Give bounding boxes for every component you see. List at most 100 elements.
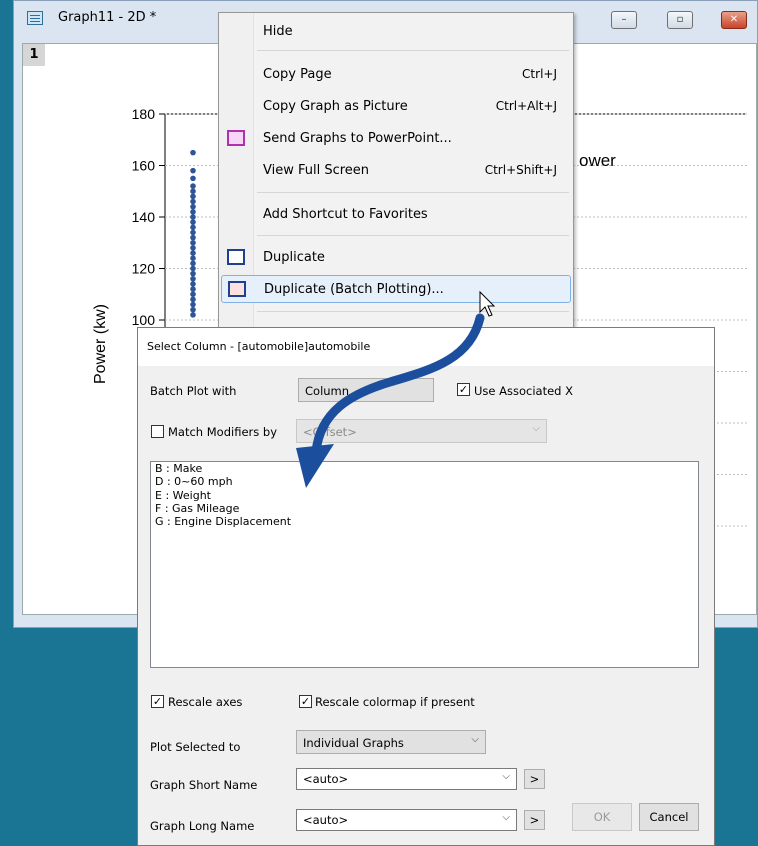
long-name-more-button[interactable]: > xyxy=(524,810,545,830)
data-point xyxy=(190,260,196,267)
rescale-colormap-label: Rescale colormap if present xyxy=(315,695,475,709)
context-menu: Hide Copy Page Ctrl+J Copy Graph as Pict… xyxy=(218,12,574,352)
short-name-value: <auto> xyxy=(303,772,349,786)
batch-plot-icon xyxy=(228,281,246,297)
chevron-down-icon: ⌵ xyxy=(502,812,510,823)
data-point xyxy=(190,224,196,231)
short-name-more-button[interactable]: > xyxy=(524,769,545,789)
data-point xyxy=(190,214,196,220)
rescale-colormap-checkbox[interactable]: ✓ xyxy=(299,695,312,708)
cancel-button[interactable]: Cancel xyxy=(639,803,699,831)
menu-item-duplicate[interactable]: Duplicate xyxy=(221,244,571,272)
long-name-label: Graph Long Name xyxy=(150,819,255,833)
menu-item-send-to-powerpoint[interactable]: Send Graphs to PowerPoint... xyxy=(221,125,571,153)
dialog-title-bar[interactable]: Select Column - [automobile]automobile xyxy=(138,328,714,366)
y-tick-label: 120 xyxy=(132,261,156,277)
data-point xyxy=(190,265,196,272)
data-point xyxy=(190,255,196,261)
data-point xyxy=(190,198,196,205)
maximize-button[interactable]: ▫ xyxy=(667,11,693,29)
menu-item-label: View Full Screen xyxy=(263,163,370,178)
column-list-item[interactable]: G : Engine Displacement xyxy=(151,515,698,528)
data-point xyxy=(190,167,196,174)
y-tick-label: 140 xyxy=(132,209,156,225)
short-name-combo[interactable]: <auto> ⌵ xyxy=(296,768,517,790)
data-point xyxy=(190,229,196,236)
data-point xyxy=(190,219,196,225)
legend-text: ower xyxy=(579,151,616,170)
window-title: Graph11 - 2D * xyxy=(58,10,157,25)
data-point xyxy=(190,183,196,189)
menu-item-label: Hide xyxy=(263,24,293,39)
column-list[interactable]: B : Make D : 0~60 mph E : Weight F : Gas Mi… xyxy=(150,461,699,668)
column-list-item[interactable]: F : Gas Mileage xyxy=(151,502,698,515)
close-button[interactable]: ✕ xyxy=(721,11,747,29)
y-tick-label: 180 xyxy=(132,106,156,122)
data-point xyxy=(190,209,196,215)
menu-separator xyxy=(257,311,569,312)
chevron-down-icon: ⌵ xyxy=(471,734,479,745)
column-list-item[interactable]: D : 0~60 mph xyxy=(151,475,698,488)
data-point xyxy=(190,306,196,313)
select-column-dialog: Select Column - [automobile]automobile B… xyxy=(137,327,715,846)
data-point xyxy=(190,296,196,303)
menu-separator xyxy=(257,235,569,236)
menu-item-duplicate-batch-plotting[interactable]: Duplicate (Batch Plotting)... xyxy=(221,275,571,303)
match-modifiers-label: Match Modifiers by xyxy=(168,425,277,439)
menu-item-label: Send Graphs to PowerPoint... xyxy=(263,131,452,146)
data-point xyxy=(190,291,196,298)
data-point xyxy=(190,175,196,182)
menu-item-hide[interactable]: Hide xyxy=(221,18,571,46)
menu-item-copy-page[interactable]: Copy Page Ctrl+J xyxy=(221,61,571,89)
column-list-item[interactable]: B : Make xyxy=(151,462,698,475)
data-point xyxy=(190,276,196,282)
menu-item-shortcut: Ctrl+Shift+J xyxy=(484,163,557,177)
menu-item-label: Duplicate xyxy=(263,250,325,265)
column-list-item[interactable]: E : Weight xyxy=(151,489,698,502)
use-assoc-x-label: Use Associated X xyxy=(474,384,574,398)
plot-selected-value: Individual Graphs xyxy=(303,736,404,750)
data-point xyxy=(190,193,196,200)
match-modifiers-select[interactable]: <Offset> ⌵ xyxy=(296,419,547,443)
plot-selected-select[interactable]: Individual Graphs ⌵ xyxy=(296,730,486,754)
menu-item-label: Copy Graph as Picture xyxy=(263,99,408,114)
data-point xyxy=(190,281,196,287)
y-tick-label: 100 xyxy=(132,312,156,328)
y-axis-label: Power (kw) xyxy=(92,304,109,384)
data-point xyxy=(190,239,196,246)
minimize-button[interactable]: – xyxy=(611,11,637,29)
data-point xyxy=(190,270,196,277)
data-point xyxy=(190,286,196,292)
data-point xyxy=(190,149,196,156)
data-point xyxy=(190,250,196,256)
chevron-down-icon: ⌵ xyxy=(532,423,540,434)
menu-item-shortcut: Ctrl+J xyxy=(522,67,557,81)
ok-button[interactable]: OK xyxy=(572,803,632,831)
data-point xyxy=(190,203,196,210)
menu-item-shortcut: Ctrl+Alt+J xyxy=(495,99,557,113)
data-point xyxy=(190,245,196,251)
menu-item-add-shortcut-favorites[interactable]: Add Shortcut to Favorites xyxy=(221,201,571,229)
chevron-down-icon: ⌵ xyxy=(502,771,510,782)
graph-icon xyxy=(27,11,43,25)
dialog-title: Select Column - [automobile]automobile xyxy=(147,340,371,353)
match-modifiers-value: <Offset> xyxy=(303,425,357,439)
match-modifiers-checkbox[interactable] xyxy=(151,425,164,438)
long-name-combo[interactable]: <auto> ⌵ xyxy=(296,809,517,831)
menu-item-view-full-screen[interactable]: View Full Screen Ctrl+Shift+J xyxy=(221,157,571,185)
menu-item-label: Copy Page xyxy=(263,67,332,82)
duplicate-icon xyxy=(227,249,245,265)
menu-separator xyxy=(257,192,569,193)
menu-item-label: Add Shortcut to Favorites xyxy=(263,207,428,222)
batch-plot-value: Column xyxy=(305,384,350,398)
menu-item-label: Duplicate (Batch Plotting)... xyxy=(264,282,444,297)
menu-item-copy-graph-as-picture[interactable]: Copy Graph as Picture Ctrl+Alt+J xyxy=(221,93,571,121)
use-assoc-x-checkbox[interactable]: ✓ xyxy=(457,383,470,396)
rescale-axes-label: Rescale axes xyxy=(168,695,243,709)
menu-separator xyxy=(257,50,569,51)
batch-plot-select[interactable]: Column xyxy=(298,378,434,402)
long-name-value: <auto> xyxy=(303,813,349,827)
y-tick-label: 160 xyxy=(132,158,156,174)
rescale-axes-checkbox[interactable]: ✓ xyxy=(151,695,164,708)
data-point xyxy=(190,301,196,308)
